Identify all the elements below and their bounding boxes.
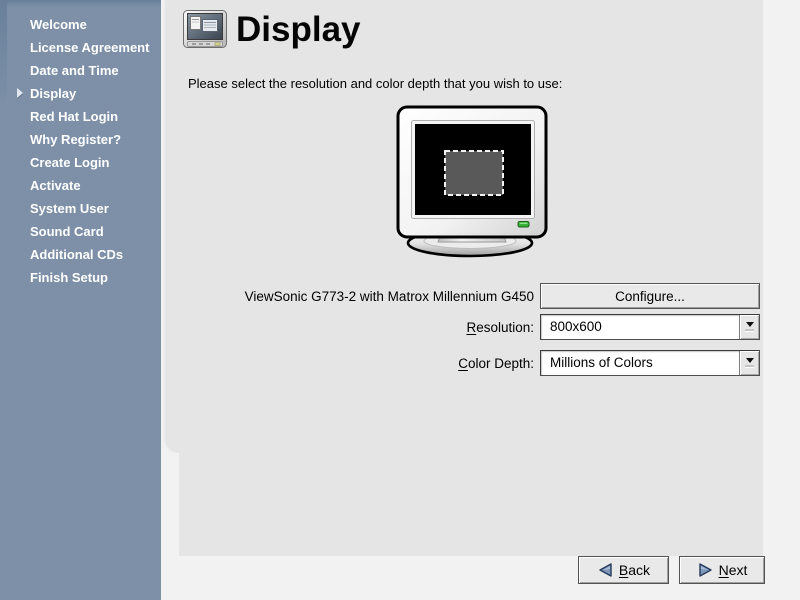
arrow-left-icon — [597, 562, 614, 578]
sidebar-item-license-agreement: License Agreement — [0, 36, 161, 59]
resolution-value: 800x600 — [550, 315, 602, 339]
resolution-combobox[interactable]: 800x600 — [540, 314, 760, 340]
sidebar-item-label: Finish Setup — [30, 270, 108, 285]
configure-button-label: Configure... — [615, 289, 685, 304]
wizard-step-list: Welcome License Agreement Date and Time … — [0, 13, 161, 289]
color-depth-value: Millions of Colors — [550, 351, 653, 375]
back-mnemonic: B — [619, 562, 628, 578]
chevron-down-icon — [746, 322, 754, 327]
crt-monitor-illustration — [393, 102, 553, 262]
color-depth-label-mnemonic: C — [458, 356, 468, 371]
sidebar-item-label: Sound Card — [30, 224, 104, 239]
resolution-label-rest: esolution: — [476, 320, 534, 335]
sidebar-item-why-register: Why Register? — [0, 128, 161, 151]
color-depth-combo-arrow-button[interactable] — [739, 351, 759, 375]
next-label-rest: ext — [729, 562, 748, 578]
sidebar-item-date-and-time: Date and Time — [0, 59, 161, 82]
sidebar-item-label: System User — [30, 201, 109, 216]
instruction-text: Please select the resolution and color d… — [188, 76, 562, 91]
sidebar-item-finish-setup: Finish Setup — [0, 266, 161, 289]
sidebar-item-label: Date and Time — [30, 63, 119, 78]
sidebar-item-welcome: Welcome — [0, 13, 161, 36]
sidebar-item-display-current: Display — [0, 82, 161, 105]
resolution-label-mnemonic: R — [466, 320, 476, 335]
sidebar-item-label: License Agreement — [30, 40, 149, 55]
sidebar-item-sound-card: Sound Card — [0, 220, 161, 243]
back-button-label: Back — [619, 562, 650, 578]
wizard-sidebar: Welcome License Agreement Date and Time … — [0, 0, 161, 600]
next-mnemonic: N — [719, 562, 729, 578]
back-label-rest: ack — [628, 562, 650, 578]
color-depth-label-rest: olor Depth: — [468, 356, 534, 371]
sidebar-item-label: Activate — [30, 178, 81, 193]
color-depth-combobox[interactable]: Millions of Colors — [540, 350, 760, 376]
sidebar-item-red-hat-login: Red Hat Login — [0, 105, 161, 128]
arrow-right-icon — [697, 562, 714, 578]
chevron-down-icon — [746, 358, 754, 363]
sidebar-item-activate: Activate — [0, 174, 161, 197]
resolution-selection-rect — [445, 151, 503, 195]
next-button-label: Next — [719, 562, 748, 578]
display-monitor-icon — [182, 9, 229, 52]
device-label: ViewSonic G773-2 with Matrox Millennium … — [180, 289, 534, 304]
page-title: Display — [236, 10, 361, 50]
configure-button[interactable]: Configure... — [540, 283, 760, 309]
sidebar-item-create-login: Create Login — [0, 151, 161, 174]
combo-arrow-bar — [745, 329, 754, 332]
sidebar-item-label: Create Login — [30, 155, 109, 170]
resolution-label: Resolution: — [180, 320, 534, 335]
back-button[interactable]: Back — [578, 556, 669, 584]
sidebar-item-additional-cds: Additional CDs — [0, 243, 161, 266]
color-depth-label: Color Depth: — [180, 356, 534, 371]
next-button[interactable]: Next — [679, 556, 765, 584]
sidebar-item-label: Why Register? — [30, 132, 121, 147]
combo-arrow-bar — [745, 365, 754, 368]
current-step-arrow-icon — [17, 88, 23, 98]
sidebar-item-system-user: System User — [0, 197, 161, 220]
sidebar-item-label: Display — [30, 86, 76, 101]
sidebar-item-label: Welcome — [30, 17, 87, 32]
resolution-combo-arrow-button[interactable] — [739, 315, 759, 339]
sidebar-item-label: Additional CDs — [30, 247, 123, 262]
sidebar-item-label: Red Hat Login — [30, 109, 118, 124]
